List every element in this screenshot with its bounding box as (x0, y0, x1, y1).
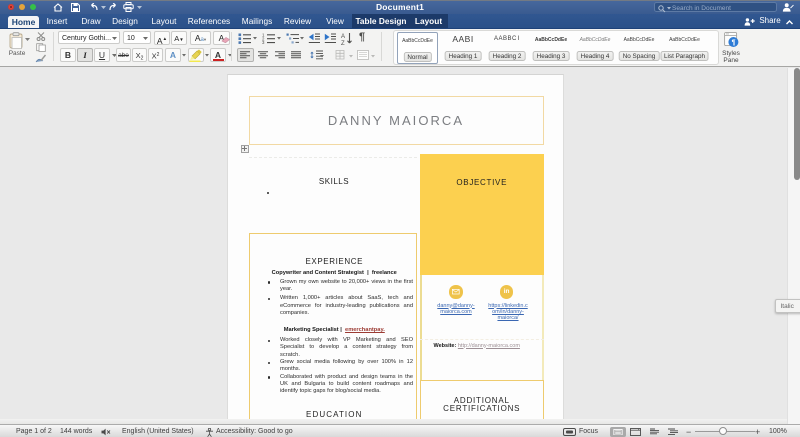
svg-text:Z: Z (341, 41, 345, 45)
svg-text:3: 3 (262, 40, 265, 44)
svg-text:¶: ¶ (732, 39, 736, 46)
svg-text:A: A (341, 34, 345, 40)
